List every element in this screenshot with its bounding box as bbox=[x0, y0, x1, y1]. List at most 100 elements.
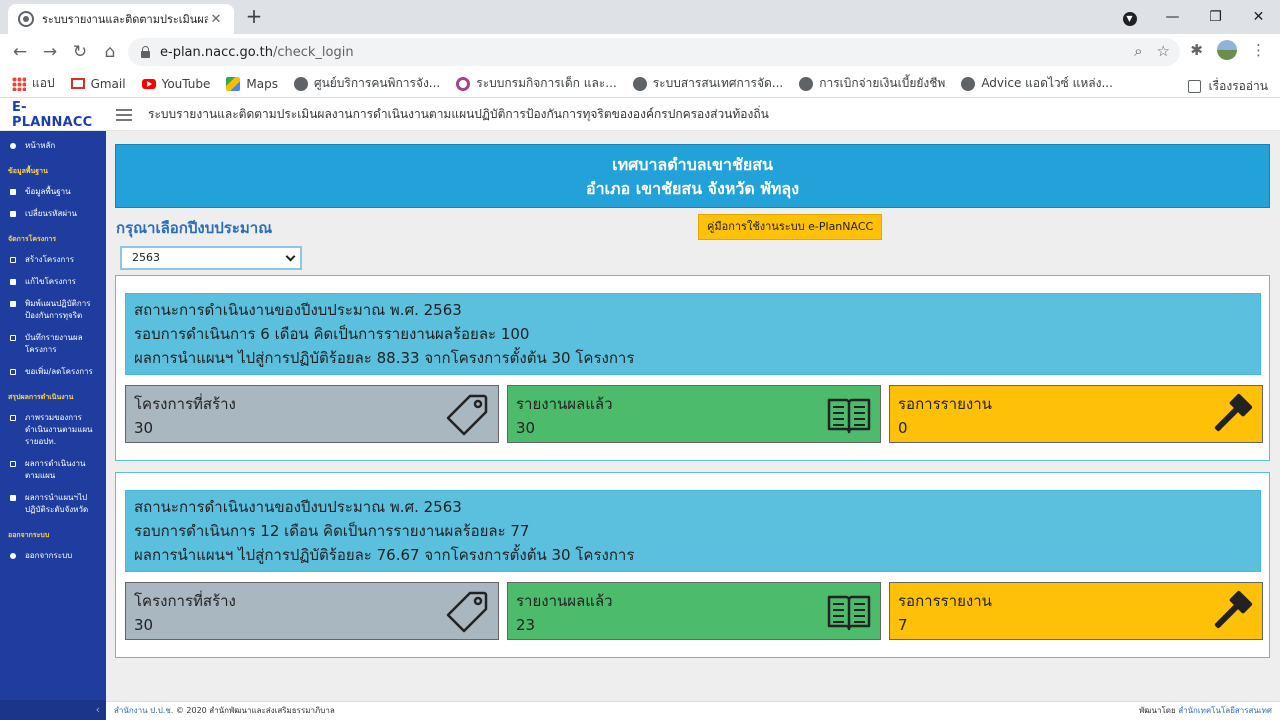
footer-copyright: © 2020 สำนักพัฒนาและส่งเสริมธรรมาภิบาล bbox=[175, 706, 335, 715]
zoom-icon[interactable]: ⌕ bbox=[1134, 42, 1142, 60]
organization-location: อำเภอ เขาชัยสน จังหวัด พัทลุง bbox=[585, 179, 800, 198]
browser-tab-strip: ระบบรายงานและติดตามประเมินผลงาน ✕ + ▼ — … bbox=[0, 0, 1280, 34]
bookmark-advice[interactable]: Advice แอดไวซ์ แหล่ง... bbox=[961, 74, 1113, 93]
sidebar-item-print-plan[interactable]: พิมพ์แผนปฏิบัติการป้องกันการทุจริต bbox=[0, 293, 106, 327]
sidebar-section-basic: ข้อมูลพื้นฐาน bbox=[8, 167, 48, 175]
status-line-year: สถานะการดำเนินงานของปีงบประมาณ พ.ศ. 2563 bbox=[134, 498, 462, 516]
forward-button[interactable]: → bbox=[35, 42, 65, 62]
reading-list-icon bbox=[1187, 80, 1201, 93]
sidebar: หน้าหลัก ข้อมูลพื้นฐาน ข้อมูลพื้นฐาน เปล… bbox=[0, 131, 106, 720]
home-button[interactable]: ⌂ bbox=[95, 42, 125, 62]
window-controls: ▼ — ❐ ✕ bbox=[1108, 0, 1280, 34]
browser-tab[interactable]: ระบบรายงานและติดตามประเมินผลงาน ✕ bbox=[8, 4, 234, 34]
footer-link-nacc[interactable]: สำนักงาน ป.ป.ช. bbox=[114, 706, 173, 715]
logout-icon bbox=[10, 553, 16, 559]
bookmark-youtube[interactable]: YouTube bbox=[141, 77, 210, 91]
card-value: 30 bbox=[516, 419, 536, 437]
app-logo[interactable]: E-PLANNACC bbox=[0, 100, 106, 130]
gavel-icon bbox=[1214, 393, 1253, 432]
address-bar[interactable]: e-plan.nacc.go.th/check_login ⌕ ☆ bbox=[128, 38, 1180, 66]
sidebar-item-result-province[interactable]: ผลการนำแผนฯไปปฏิบัติระดับจังหวัด bbox=[0, 487, 106, 521]
card-label: โครงการที่สร้าง bbox=[134, 592, 236, 610]
card-value: 30 bbox=[134, 616, 154, 634]
minimize-button[interactable]: — bbox=[1151, 9, 1194, 25]
tab-close-icon[interactable]: ✕ bbox=[208, 12, 224, 27]
organization-name: เทศบาลตำบลเขาชัยสน bbox=[612, 155, 773, 174]
pencil-icon bbox=[10, 495, 16, 501]
maps-icon bbox=[226, 76, 241, 91]
bookmark-maps[interactable]: Maps bbox=[226, 76, 278, 91]
pencil-icon bbox=[10, 279, 16, 285]
chevron-down-icon: ▼ bbox=[1122, 11, 1137, 26]
bookmark-star-icon[interactable]: ☆ bbox=[1157, 42, 1170, 60]
extensions-icon[interactable]: ✱ bbox=[1190, 41, 1203, 59]
youtube-icon bbox=[141, 78, 156, 89]
open-book-icon bbox=[827, 595, 871, 631]
bookmark-disability-center[interactable]: ศูนย์บริการคนพิการจัง... bbox=[293, 74, 440, 93]
monitor-icon bbox=[10, 415, 16, 421]
bookmark-apps[interactable]: แอป bbox=[12, 74, 55, 93]
close-window-button[interactable]: ✕ bbox=[1237, 9, 1280, 25]
sidebar-collapse-button[interactable]: ‹ bbox=[0, 700, 106, 720]
fiscal-year-value: 2563 bbox=[132, 251, 160, 264]
sidebar-item-logout[interactable]: ออกจากระบบ bbox=[0, 545, 106, 567]
bookmark-children-dept[interactable]: ระบบกรมกิจการเด็ก และ... bbox=[456, 74, 617, 93]
app-title: ระบบรายงานและติดตามประเมินผลงานการดำเนิน… bbox=[148, 107, 769, 121]
fiscal-year-select[interactable]: 2563 bbox=[120, 246, 302, 270]
data-icon bbox=[10, 189, 16, 195]
reload-button[interactable]: ↻ bbox=[65, 42, 95, 62]
card-value: 23 bbox=[516, 616, 536, 634]
card-value: 7 bbox=[898, 616, 908, 634]
card-label: รายงานผลแล้ว bbox=[516, 395, 613, 413]
period-panel-12-months: สถานะการดำเนินงานของปีงบประมาณ พ.ศ. 2563… bbox=[115, 472, 1270, 658]
bookmark-allowance[interactable]: การเบิกจ่ายเงินเบี้ยยังชีพ bbox=[799, 74, 945, 93]
globe-icon bbox=[632, 76, 647, 91]
ring-icon bbox=[456, 76, 471, 91]
status-line-result: ผลการนำแผนฯ ไปสู่การปฏิบัติร้อยละ 76.67 … bbox=[134, 546, 635, 564]
sidebar-item-basic-info[interactable]: ข้อมูลพื้นฐาน bbox=[0, 181, 106, 203]
user-manual-button[interactable]: คู่มือการใช้งานระบบ e-PlanNACC bbox=[698, 214, 883, 240]
sidebar-item-result-plan[interactable]: ผลการดำเนินงานตามแผน bbox=[0, 453, 106, 487]
sidebar-section-summary: สรุปผลการดำเนินงาน bbox=[8, 393, 74, 401]
sidebar-item-record-result[interactable]: บันทึกรายงานผลโครงการ bbox=[0, 327, 106, 361]
sidebar-item-change-password[interactable]: เปลี่ยนรหัสผ่าน bbox=[0, 203, 106, 225]
new-tab-button[interactable]: + bbox=[244, 6, 264, 26]
gavel-icon bbox=[1214, 590, 1253, 629]
pending-projects-card: รอการรายงาน 0 bbox=[889, 385, 1263, 443]
sidebar-item-overview[interactable]: ภาพรวมของการดำเนินงานตามแผนรายอปท. bbox=[0, 407, 106, 453]
document-icon bbox=[10, 369, 16, 375]
document-icon bbox=[10, 257, 16, 263]
tab-title: ระบบรายงานและติดตามประเมินผลงาน bbox=[42, 13, 208, 26]
apps-icon bbox=[12, 76, 26, 91]
footer-link-it-office[interactable]: สำนักเทคโนโลยีสารสนเทศ bbox=[1178, 706, 1272, 715]
tab-search-button[interactable]: ▼ bbox=[1108, 9, 1151, 26]
bookmark-gmail[interactable]: Gmail bbox=[70, 77, 126, 91]
period-panel-6-months: สถานะการดำเนินงานของปีงบประมาณ พ.ศ. 2563… bbox=[115, 275, 1270, 461]
card-label: รายงานผลแล้ว bbox=[516, 592, 613, 610]
key-icon bbox=[10, 211, 16, 217]
page-footer: สำนักงาน ป.ป.ช. © 2020 สำนักพัฒนาและส่งเ… bbox=[106, 701, 1280, 720]
card-value: 0 bbox=[898, 419, 908, 437]
card-label: รอการรายงาน bbox=[898, 592, 992, 610]
sidebar-item-request-add[interactable]: ขอเพิ่ม/ลดโครงการ bbox=[0, 361, 106, 383]
sidebar-item-home[interactable]: หน้าหลัก bbox=[0, 135, 106, 157]
menu-icon[interactable]: ⋮ bbox=[1251, 41, 1266, 59]
home-icon bbox=[10, 143, 16, 149]
card-label: รอการรายงาน bbox=[898, 395, 992, 413]
globe-icon bbox=[961, 76, 976, 91]
lock-icon bbox=[140, 46, 150, 58]
sidebar-item-edit-project[interactable]: แก้ไขโครงการ bbox=[0, 271, 106, 293]
app-header: E-PLANNACC ระบบรายงานและติดตามประเมินผลง… bbox=[0, 99, 1280, 131]
status-line-round: รอบการดำเนินการ 6 เดือน คิดเป็นการรายงาน… bbox=[134, 325, 530, 343]
reading-list-button[interactable]: เรื่องรออ่าน bbox=[1187, 77, 1268, 96]
profile-avatar[interactable] bbox=[1217, 40, 1237, 60]
reported-projects-card: รายงานผลแล้ว 30 bbox=[507, 385, 881, 443]
back-button[interactable]: ← bbox=[5, 42, 35, 62]
hamburger-menu-icon[interactable] bbox=[116, 108, 132, 121]
bookmark-info-system[interactable]: ระบบสารสนเทศการจัด... bbox=[632, 74, 783, 93]
gmail-icon bbox=[70, 78, 85, 89]
sidebar-item-create-project[interactable]: สร้างโครงการ bbox=[0, 249, 106, 271]
maximize-button[interactable]: ❐ bbox=[1194, 9, 1237, 25]
reported-projects-card: รายงานผลแล้ว 23 bbox=[507, 582, 881, 640]
status-summary: สถานะการดำเนินงานของปีงบประมาณ พ.ศ. 2563… bbox=[125, 293, 1261, 375]
